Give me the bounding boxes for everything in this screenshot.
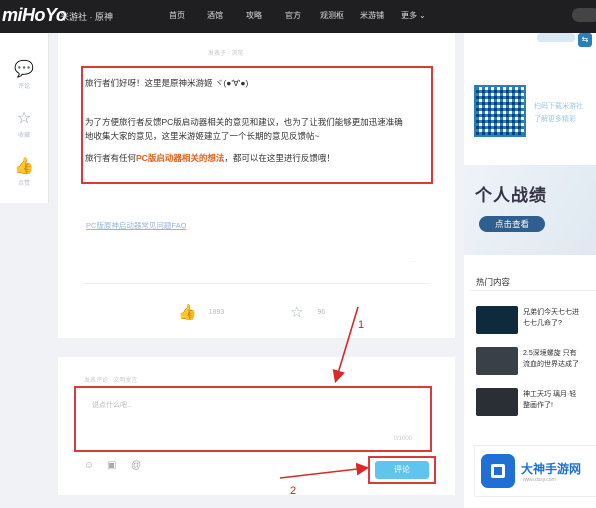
hot-item[interactable]: 2.5深境螺旋 只有 流血的世界达成了 [476, 347, 596, 377]
watermark-title: 大神手游网 [521, 462, 582, 476]
hot-item-text: 神工天巧 璃月·轻 整画作了! [523, 389, 576, 411]
hot-item-line2: 流血的世界达成了 [523, 361, 579, 368]
hot-divider [470, 290, 596, 291]
qr-caption-line1: 扫码下载米游社 [534, 103, 583, 110]
hot-item-line2: 整画作了! [523, 402, 553, 409]
follow-button[interactable] [537, 33, 575, 42]
qr-caption: 扫码下载米游社 了解更多精彩 [534, 100, 583, 126]
hot-item[interactable]: 神工天巧 璃月·轻 整画作了! [476, 388, 596, 418]
stats-banner[interactable] [464, 165, 596, 255]
hot-thumbnail [476, 388, 518, 416]
annotation-number-1: 1 [358, 319, 365, 331]
hot-thumbnail [476, 306, 518, 334]
hot-thumbnail [476, 347, 518, 375]
arrow-1 [332, 306, 359, 384]
watermark-logo-icon [481, 454, 515, 488]
arrow-2 [279, 462, 370, 479]
hot-item-line1: 2.5深境螺旋 只有 [523, 350, 577, 357]
hot-item-line1: 神工天巧 璃月·轻 [523, 391, 577, 398]
hot-content-title: 热门内容 [476, 277, 511, 287]
banner-title: 个人战绩 [475, 186, 547, 206]
qr-code [474, 85, 526, 137]
hot-item-line2: 七七几命了? [523, 320, 562, 327]
hot-item[interactable]: 兄弟们今天七七进 七七几命了? [476, 306, 596, 336]
watermark-url: www.dssy.com [523, 477, 556, 483]
hot-item-line1: 兄弟们今天七七进 [523, 309, 579, 316]
translate-icon[interactable]: ⇆ [578, 33, 592, 47]
qr-caption-line2: 了解更多精彩 [534, 116, 576, 123]
site-watermark: 大神手游网 www.dssy.com [474, 445, 596, 497]
hot-item-text: 兄弟们今天七七进 七七几命了? [523, 307, 579, 329]
annotation-number-2: 2 [290, 485, 297, 497]
banner-button[interactable]: 点击查看 [479, 216, 545, 232]
hot-item-text: 2.5深境螺旋 只有 流血的世界达成了 [523, 348, 579, 370]
